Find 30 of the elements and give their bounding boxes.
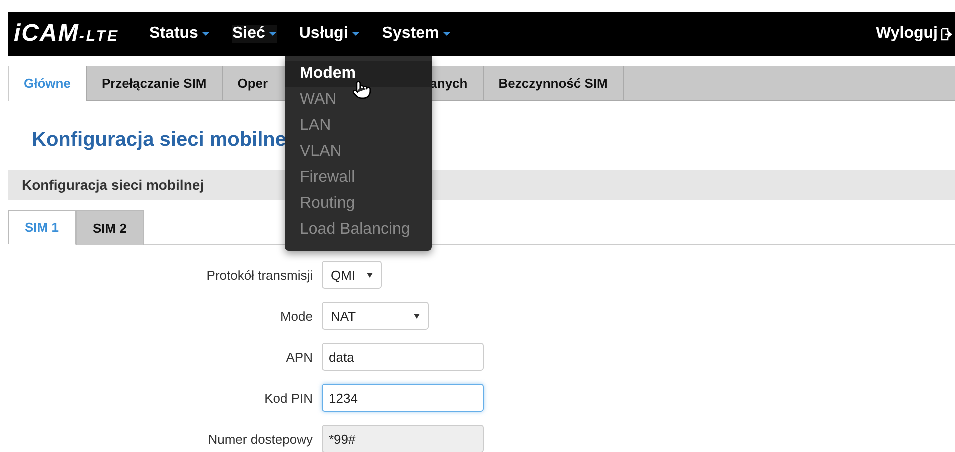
field-label: Numer dostepowy [207, 432, 313, 446]
sim-tab[interactable]: SIM 2 [76, 210, 144, 245]
caret-icon [202, 32, 210, 36]
menu-item[interactable]: Modem [285, 61, 432, 87]
caret-icon [367, 272, 373, 278]
menu-item[interactable]: VLAN [285, 139, 432, 165]
caret-icon [269, 32, 278, 36]
field-label: Kod PIN [264, 390, 313, 406]
caret-icon [443, 32, 452, 36]
caret-icon [352, 32, 360, 36]
field-label: Mode [279, 308, 313, 324]
nav-menu-item[interactable]: System [382, 25, 452, 43]
logout-icon [941, 28, 953, 40]
nav-menu-item[interactable]: Status [150, 25, 210, 43]
input-field[interactable]: 1234 [322, 384, 484, 412]
page-heading: Konfiguracja sieci mobilne [32, 129, 287, 153]
logout-link[interactable]: Wyloguj [876, 25, 955, 43]
logo: iCAM-LTE [14, 20, 120, 48]
nav-menu-item[interactable]: Sieć [232, 25, 278, 43]
field-label: APN [285, 350, 313, 364]
menu-item[interactable]: LAN [285, 113, 432, 139]
input-field[interactable]: data [322, 343, 484, 371]
nav-menu-item[interactable]: Usługi [299, 25, 360, 43]
hand-cursor-icon [352, 80, 372, 100]
menu-item[interactable]: Load Balancing [285, 217, 432, 243]
dropdown-select[interactable]: NAT [322, 302, 429, 330]
dropdown-select[interactable]: QMI [322, 261, 382, 289]
tab[interactable]: Bezczynność SIM [484, 66, 624, 100]
field-label: Protokół transmisji [206, 268, 313, 282]
caret-icon [414, 314, 420, 318]
